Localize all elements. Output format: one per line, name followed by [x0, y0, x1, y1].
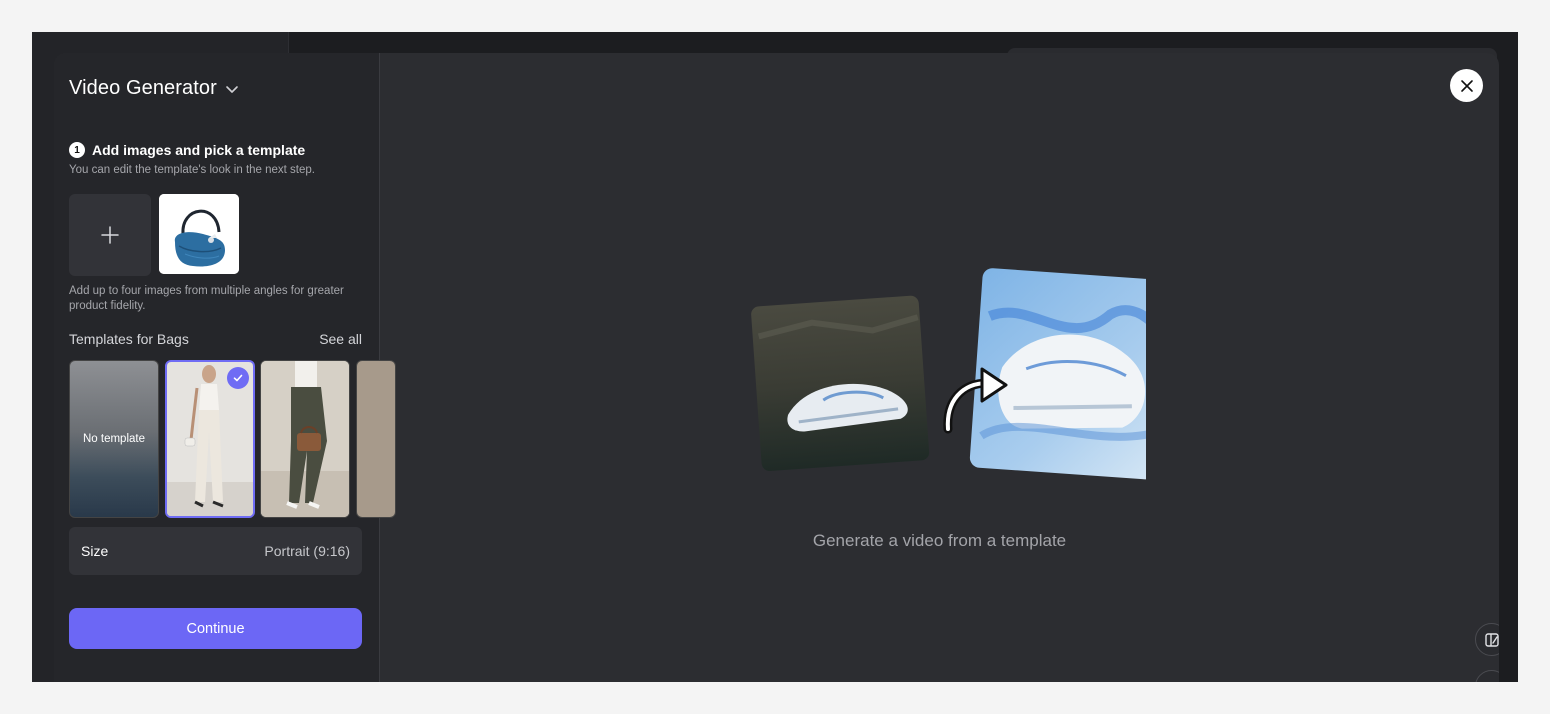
- size-value: Portrait (9:16): [264, 543, 350, 559]
- step-number: 1: [69, 142, 85, 158]
- see-all-link[interactable]: See all: [319, 331, 362, 347]
- secondary-side-button[interactable]: [1475, 670, 1499, 682]
- app-window: Video Generator 1 Add images and pick a …: [32, 32, 1518, 682]
- step-header: 1 Add images and pick a template: [69, 142, 305, 158]
- chevron-down-icon: [226, 85, 238, 93]
- template-card-partial[interactable]: [356, 360, 396, 518]
- generator-panel: Video Generator 1 Add images and pick a …: [54, 53, 396, 682]
- add-image-button[interactable]: [69, 194, 151, 276]
- plus-icon: [101, 226, 119, 244]
- size-label: Size: [81, 543, 109, 559]
- after-image: [969, 268, 1146, 481]
- templates-header: Templates for Bags See all: [69, 331, 362, 347]
- template-model-walking: [261, 361, 349, 517]
- templates-heading: Templates for Bags: [69, 331, 189, 347]
- empty-state-caption: Generate a video from a template: [812, 531, 1067, 550]
- continue-button[interactable]: Continue: [69, 608, 362, 649]
- template-card-selected[interactable]: [165, 360, 255, 518]
- template-illustration: [751, 268, 1146, 481]
- close-button[interactable]: [1450, 69, 1483, 102]
- size-selector[interactable]: Size Portrait (9:16): [69, 527, 362, 575]
- uploaded-image-thumbnail[interactable]: [159, 194, 239, 274]
- video-generator-modal: Video Generator 1 Add images and pick a …: [54, 53, 1499, 682]
- panel-title: Video Generator: [69, 77, 217, 99]
- layout-toggle-button[interactable]: [1475, 623, 1499, 656]
- handbag-image: [159, 194, 239, 274]
- generator-switcher[interactable]: Video Generator: [69, 77, 241, 100]
- template-card-none[interactable]: No template: [69, 360, 159, 518]
- layout-icon: [1484, 632, 1499, 647]
- close-icon: [1460, 79, 1473, 92]
- no-template-label: No template: [82, 433, 145, 445]
- step-title: Add images and pick a template: [92, 142, 306, 158]
- step-subtitle: You can edit the template's look in the …: [69, 164, 315, 176]
- selected-check-icon: [227, 367, 249, 389]
- before-image: [751, 295, 930, 471]
- upload-hint: Add up to four images from multiple angl…: [69, 285, 344, 312]
- template-card-walking-bag[interactable]: [260, 360, 350, 518]
